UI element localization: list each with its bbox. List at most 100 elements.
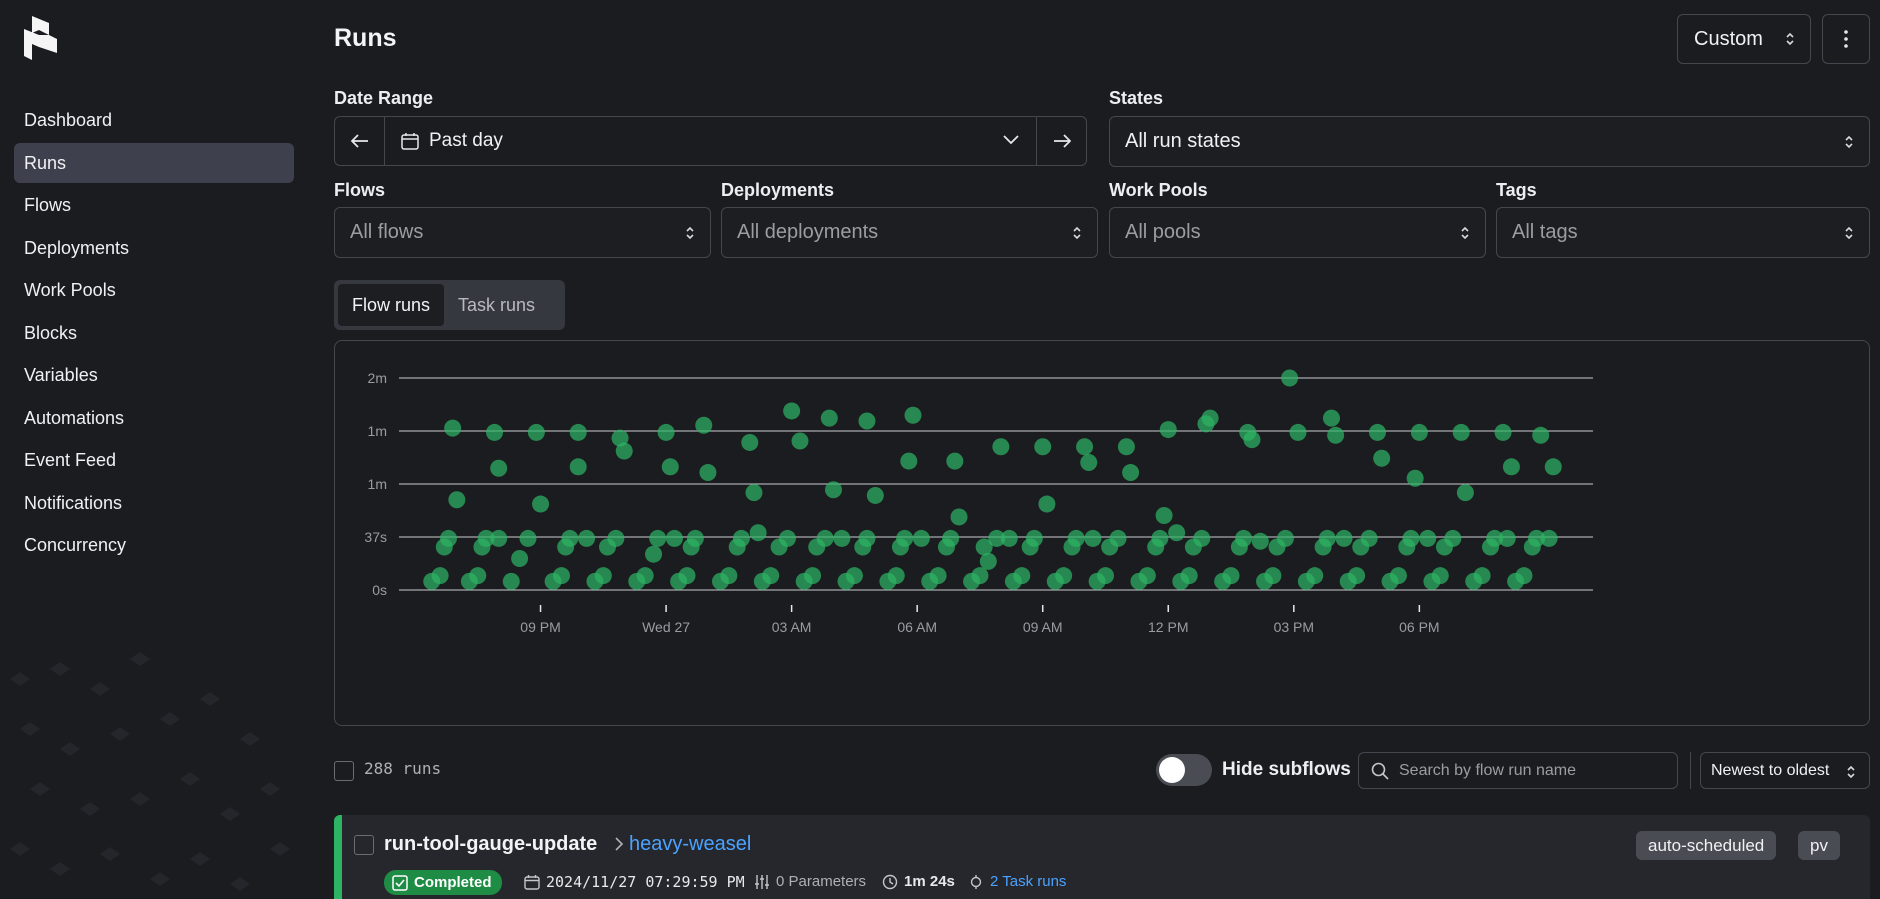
flow-run-point[interactable] <box>502 572 520 590</box>
flow-run-point[interactable] <box>1155 507 1173 525</box>
flow-run-point[interactable] <box>1494 423 1512 441</box>
flow-run-point[interactable] <box>732 529 750 547</box>
flow-run-point[interactable] <box>1498 529 1516 547</box>
flow-run-point[interactable] <box>1180 567 1198 585</box>
flow-run-point[interactable] <box>511 549 529 567</box>
flow-run-point[interactable] <box>532 495 550 513</box>
flow-run-point[interactable] <box>1034 438 1052 456</box>
flow-run-point[interactable] <box>444 419 462 437</box>
states-select[interactable]: All run states <box>1109 116 1870 167</box>
flow-run-point[interactable] <box>749 524 767 542</box>
flow-run-point[interactable] <box>469 567 487 585</box>
flow-run-point[interactable] <box>569 423 587 441</box>
flow-run-point[interactable] <box>578 529 596 547</box>
flow-run-point[interactable] <box>1276 529 1294 547</box>
flow-run-point[interactable] <box>896 529 914 547</box>
flow-run-point[interactable] <box>900 452 918 470</box>
flow-run-point[interactable] <box>745 484 763 502</box>
flow-run-point[interactable] <box>1201 409 1219 427</box>
tags-select[interactable]: All tags <box>1496 207 1870 258</box>
flow-run-point[interactable] <box>594 567 612 585</box>
flow-run-point[interactable] <box>1168 524 1186 542</box>
flow-run-point[interactable] <box>845 567 863 585</box>
prefect-logo-icon[interactable] <box>24 16 58 64</box>
sidebar-item-work-pools[interactable]: Work Pools <box>14 270 294 310</box>
flow-run-point[interactable] <box>1389 567 1407 585</box>
flow-run-point[interactable] <box>741 433 759 451</box>
flow-run-point[interactable] <box>490 529 508 547</box>
flow-run-point[interactable] <box>615 442 633 460</box>
flow-run-point[interactable] <box>1348 567 1366 585</box>
flow-run-point[interactable] <box>971 567 989 585</box>
hide-subflows-toggle[interactable] <box>1156 754 1212 786</box>
tab-flow-runs[interactable]: Flow runs <box>338 284 445 326</box>
parameters[interactable]: 0 Parameters <box>754 873 866 890</box>
flow-run-point[interactable] <box>1025 529 1043 547</box>
flow-run-point[interactable] <box>824 481 842 499</box>
flow-run-point[interactable] <box>439 529 457 547</box>
flow-run-point[interactable] <box>552 567 570 585</box>
flow-run-point[interactable] <box>1402 529 1420 547</box>
flow-run-point[interactable] <box>1222 567 1240 585</box>
flow-run-point[interactable] <box>1544 458 1562 476</box>
more-menu-button[interactable] <box>1822 14 1870 64</box>
flow-run-point[interactable] <box>1151 529 1169 547</box>
flow-run-point[interactable] <box>1306 567 1324 585</box>
flow-run-point[interactable] <box>686 529 704 547</box>
flow-run-point[interactable] <box>887 567 905 585</box>
flow-run-point[interactable] <box>607 529 625 547</box>
flow-run-point[interactable] <box>762 567 780 585</box>
flow-run-point[interactable] <box>1235 529 1253 547</box>
flow-run-point[interactable] <box>791 432 809 450</box>
sidebar-item-deployments[interactable]: Deployments <box>14 228 294 268</box>
flow-run-point[interactable] <box>486 423 504 441</box>
flow-run-point[interactable] <box>448 491 466 509</box>
flow-run-point[interactable] <box>1243 431 1261 449</box>
flow-run-point[interactable] <box>1038 495 1056 513</box>
flow-run-point[interactable] <box>1456 484 1474 502</box>
flow-run-point[interactable] <box>929 567 947 585</box>
flow-run-point[interactable] <box>1502 458 1520 476</box>
flow-run-point[interactable] <box>490 459 508 477</box>
flow-run-point[interactable] <box>1540 529 1558 547</box>
tab-task-runs[interactable]: Task runs <box>444 284 549 326</box>
flow-run-point[interactable] <box>1369 423 1386 441</box>
flow-run-point[interactable] <box>431 567 449 585</box>
flow-run-point[interactable] <box>1360 529 1378 547</box>
flow-run-point[interactable] <box>1406 469 1424 487</box>
flow-run-point[interactable] <box>1109 529 1127 547</box>
flow-run-point[interactable] <box>1000 529 1018 547</box>
flow-run-point[interactable] <box>1289 423 1307 441</box>
flow-run-point[interactable] <box>1410 423 1428 441</box>
flow-run-point[interactable] <box>661 458 679 476</box>
sidebar-item-concurrency[interactable]: Concurrency <box>14 525 294 565</box>
flow-run-point[interactable] <box>636 567 654 585</box>
flow-run-point[interactable] <box>1076 438 1094 456</box>
flow-run-point[interactable] <box>569 458 587 476</box>
sidebar-item-flows[interactable]: Flows <box>14 185 294 225</box>
flow-run-point[interactable] <box>678 567 696 585</box>
flow-run-point[interactable] <box>699 464 717 482</box>
flow-run-point[interactable] <box>979 552 997 570</box>
flow-run-point[interactable] <box>858 529 876 547</box>
task-runs-link[interactable]: 2 Task runs <box>990 873 1066 890</box>
flow-run-point[interactable] <box>904 406 922 424</box>
flow-run-point[interactable] <box>1159 421 1177 439</box>
flow-run-point[interactable] <box>1084 529 1102 547</box>
date-range-previous-button[interactable] <box>335 117 384 165</box>
flow-name-link[interactable]: run-tool-gauge-update <box>384 833 597 856</box>
flow-run-point[interactable] <box>1251 532 1269 550</box>
sidebar-item-dashboard[interactable]: Dashboard <box>14 100 294 140</box>
flow-run-point[interactable] <box>1080 454 1098 472</box>
flow-run-point[interactable] <box>778 529 796 547</box>
flow-run-point[interactable] <box>866 486 884 504</box>
sidebar-item-blocks[interactable]: Blocks <box>14 313 294 353</box>
flow-run-point[interactable] <box>1431 567 1449 585</box>
deployments-select[interactable]: All deployments <box>721 207 1098 258</box>
flow-run-point[interactable] <box>1122 464 1140 482</box>
date-range-next-button[interactable] <box>1037 117 1086 165</box>
flow-run-point[interactable] <box>1373 449 1391 467</box>
flow-run-point[interactable] <box>519 529 537 547</box>
flow-run-point[interactable] <box>946 452 964 470</box>
date-range-select[interactable]: Past day <box>384 117 1037 165</box>
